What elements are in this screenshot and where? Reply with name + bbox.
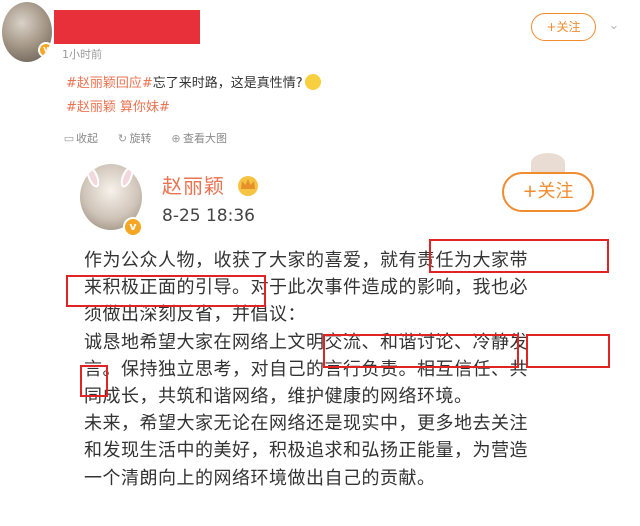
bunny-ear-decoration [84,164,102,190]
follow-button[interactable]: +关注 [531,13,596,41]
highlight-box [323,334,519,368]
bunny-ear-decoration [118,164,136,190]
view-large-button[interactable]: ⊕ 查看大图 [169,130,227,146]
highlight-box [66,275,266,307]
avatar [530,152,566,174]
chevron-down-icon[interactable]: ⌄ [604,16,624,36]
verified-badge-icon: v [38,42,52,58]
author-name: 赵丽颖 [162,174,225,198]
hashtag-link[interactable]: #赵丽颖回应# [66,76,153,91]
view-large-icon: ⊕ [171,132,181,145]
post-time: 1小时前 [62,48,102,61]
verified-badge-icon: v [123,217,143,237]
rotate-icon: ↻ [117,132,128,145]
hashtag-link[interactable]: #赵丽颖 算你妹# [66,100,170,115]
image-toolbar: ▭ 收起 ↻ 旋转 ⊕ 查看大图 [62,130,241,146]
emoji-icon [304,74,321,90]
crown-icon [238,176,258,196]
post-text-line: 忘了来时路，这是真性情? [152,76,303,91]
statement-line: 和发现生活中的美好，积极追求和弘扬正能量，为营造 [84,440,528,462]
statement-line: 同成长，共筑和谐网络，维护健康的网络环境。 [84,386,473,408]
follow-button: +关注 [502,172,594,212]
collect-button[interactable]: ▭ 收起 [62,130,98,146]
collect-icon: ▭ [63,132,75,145]
post-text: #赵丽颖回应#忘了来时路，这是真性情? #赵丽颖 算你妹# [66,72,321,120]
highlight-box [526,334,610,368]
statement-line: 未来，希望大家无论在网络还是现实中，更多地去关注 [84,413,528,435]
avatar[interactable]: v [2,2,52,62]
redacted-username [54,10,200,44]
statement-line: 一个清朗向上的网络环境做出自己的贡献。 [84,467,436,489]
highlight-box [429,239,609,273]
rotate-button[interactable]: ↻ 旋转 [116,130,152,146]
highlight-box [80,365,108,397]
post-time: 8-25 18:36 [162,206,255,226]
